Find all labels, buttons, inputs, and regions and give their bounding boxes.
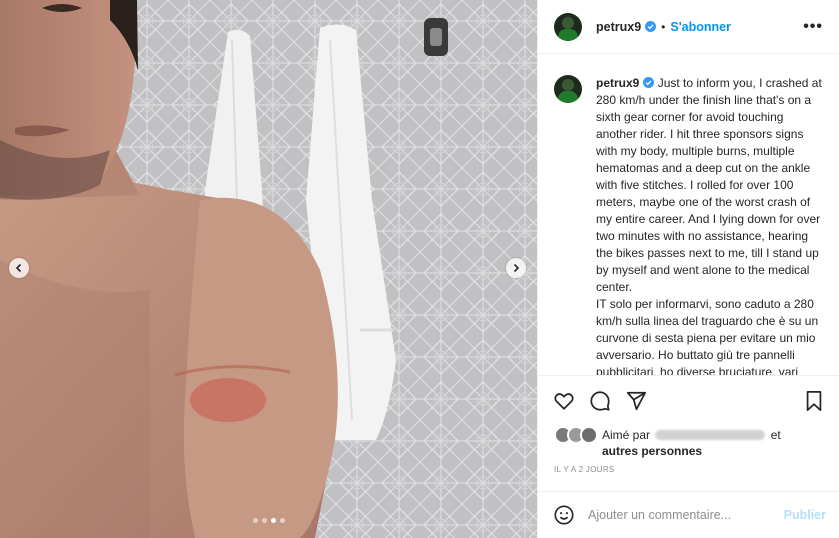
caption-italian: IT solo per informarvi, sono caduto a 28…: [596, 297, 819, 375]
caption-author-username[interactable]: petrux9: [596, 76, 639, 90]
carousel-dot: [253, 518, 258, 523]
carousel-indicator: [253, 518, 285, 523]
comment-icon: [590, 390, 610, 411]
post-caption: petrux9 Just to inform you, I crashed at…: [596, 75, 824, 375]
caption-section[interactable]: petrux9 Just to inform you, I crashed at…: [538, 55, 839, 375]
comment-button[interactable]: [588, 389, 612, 413]
verified-badge-icon: [645, 21, 657, 32]
caption-author-avatar[interactable]: [554, 75, 582, 103]
send-icon: [626, 391, 647, 410]
likes-suffix: et: [770, 428, 781, 442]
post-header: petrux9 • S'abonner •••: [538, 0, 839, 54]
caption-text-en: Just to inform you, I crashed at 280 km/…: [596, 76, 822, 294]
heart-icon: [554, 392, 574, 410]
blurred-username[interactable]: [655, 430, 766, 440]
save-button[interactable]: [802, 389, 826, 413]
bookmark-icon: [806, 390, 822, 411]
like-button[interactable]: [552, 389, 576, 413]
post-details-panel: petrux9 • S'abonner ••• petrux9 Just to …: [537, 0, 839, 538]
liker-avatars[interactable]: [554, 426, 598, 444]
likes-summary: Aimé par et autres personnes: [554, 426, 824, 459]
share-button[interactable]: [624, 389, 648, 413]
post-actions: [538, 375, 839, 425]
carousel-next-button[interactable]: [506, 258, 526, 278]
emoji-button[interactable]: [552, 503, 576, 527]
more-options-button[interactable]: •••: [803, 18, 823, 36]
post-photo: [0, 0, 537, 538]
post-media[interactable]: [0, 0, 537, 538]
likes-prefix: Aimé par: [602, 428, 651, 442]
emoji-icon: [554, 505, 574, 525]
carousel-prev-button[interactable]: [9, 258, 29, 278]
author-avatar[interactable]: [554, 12, 582, 41]
caption-english: petrux9 Just to inform you, I crashed at…: [596, 75, 824, 296]
publish-button[interactable]: Publier: [784, 508, 826, 522]
verified-badge-icon: [643, 77, 655, 88]
chevron-left-icon: [15, 263, 22, 273]
comment-composer: Ajouter un commentaire... Publier: [538, 491, 839, 538]
likes-others-link[interactable]: autres personnes: [602, 444, 702, 458]
likes-text: Aimé par et autres personnes: [602, 427, 781, 459]
post-timestamp[interactable]: IL Y A 2 JOURS: [554, 465, 615, 474]
header-separator: •: [661, 19, 666, 34]
author-username[interactable]: petrux9: [596, 20, 641, 34]
liker-avatar[interactable]: [580, 426, 598, 444]
comment-input[interactable]: Ajouter un commentaire...: [588, 508, 731, 522]
instagram-post-viewer: petrux9 • S'abonner ••• petrux9 Just to …: [0, 0, 839, 538]
carousel-dot: [280, 518, 285, 523]
follow-button[interactable]: S'abonner: [670, 20, 731, 34]
carousel-dot-active: [271, 518, 276, 523]
chevron-right-icon: [513, 263, 520, 273]
carousel-dot: [262, 518, 267, 523]
